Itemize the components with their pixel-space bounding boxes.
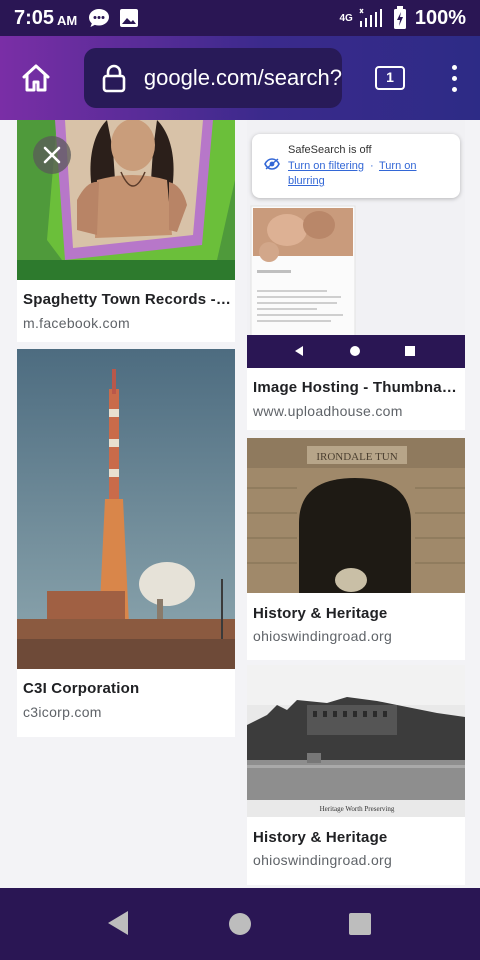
overflow-menu-button[interactable]: [436, 56, 472, 100]
link-separator: ·: [370, 160, 374, 172]
safesearch-banner: SafeSearch is off Turn on filtering · Tu…: [252, 134, 460, 198]
turn-on-filtering-link[interactable]: Turn on filtering: [288, 160, 364, 172]
menu-dot-icon: [451, 64, 457, 70]
close-preview-button[interactable]: [33, 136, 71, 174]
system-nav-bar: [0, 888, 480, 960]
result-title[interactable]: History & Heritage: [253, 829, 461, 846]
status-time: 7:05: [14, 6, 55, 29]
home-button[interactable]: [0, 36, 72, 120]
turn-on-blurring-link[interactable]: blurring: [288, 175, 325, 187]
turn-on-blurring-link[interactable]: Turn on: [379, 160, 417, 172]
result-title[interactable]: Spaghetty Town Records - F...: [23, 291, 231, 308]
chat-bubble-icon: [89, 9, 110, 27]
result-card[interactable]: Heritage Worth Preserving History & Heri…: [247, 665, 465, 885]
close-icon: [43, 146, 61, 164]
result-source: m.facebook.com: [23, 315, 130, 331]
network-type: 4G: [339, 12, 353, 24]
image-results: Spaghetty Town Records - F... m.facebook…: [0, 120, 480, 888]
lock-icon: [84, 63, 144, 93]
result-source: ohioswindingroad.org: [253, 628, 393, 644]
result-card[interactable]: Spaghetty Town Records - F... m.facebook…: [17, 120, 235, 342]
result-title[interactable]: Image Hosting - Thumbnail ...: [253, 379, 461, 396]
result-image[interactable]: IRONDALE TUN: [247, 438, 465, 593]
tab-count: 1: [375, 66, 405, 90]
eye-icon: [264, 158, 280, 170]
menu-dot-icon: [451, 75, 457, 81]
result-title[interactable]: C3I Corporation: [23, 680, 231, 697]
result-image[interactable]: [17, 349, 235, 669]
back-icon[interactable]: [106, 910, 130, 936]
recents-icon[interactable]: [348, 912, 372, 936]
lake-caption-text: Heritage Worth Preserving: [320, 805, 395, 813]
status-bar: 7:05 AM 4G 100%: [0, 0, 480, 36]
url-text: google.com/search?: [143, 65, 342, 90]
battery-percent: 100%: [414, 6, 466, 29]
result-title[interactable]: History & Heritage: [253, 605, 461, 622]
home-icon: [22, 64, 50, 92]
result-image[interactable]: Heritage Worth Preserving: [247, 665, 465, 817]
result-source: c3icorp.com: [23, 704, 102, 720]
browser-toolbar: google.com/search? 1: [0, 36, 480, 120]
result-source: ohioswindingroad.org: [253, 852, 393, 868]
result-card[interactable]: IRONDALE TUN History & Heritage ohioswin…: [247, 438, 465, 660]
result-card[interactable]: C3I Corporation c3icorp.com: [17, 349, 235, 737]
tabs-button[interactable]: 1: [370, 62, 410, 94]
gallery-icon: [120, 9, 139, 27]
address-bar[interactable]: google.com/search?: [84, 48, 342, 108]
safesearch-title: SafeSearch is off: [288, 144, 372, 156]
notification-icons: [87, 7, 139, 29]
signal-icon: [359, 8, 382, 27]
menu-dot-icon: [451, 86, 457, 92]
battery-icon: [393, 6, 406, 29]
home-circle-icon[interactable]: [228, 912, 252, 936]
result-source: www.uploadhouse.com: [253, 403, 403, 419]
result-card[interactable]: SafeSearch is off Turn on filtering · Tu…: [247, 120, 465, 430]
status-ampm: AM: [57, 12, 78, 28]
tunnel-sign-text: IRONDALE TUN: [316, 451, 397, 463]
